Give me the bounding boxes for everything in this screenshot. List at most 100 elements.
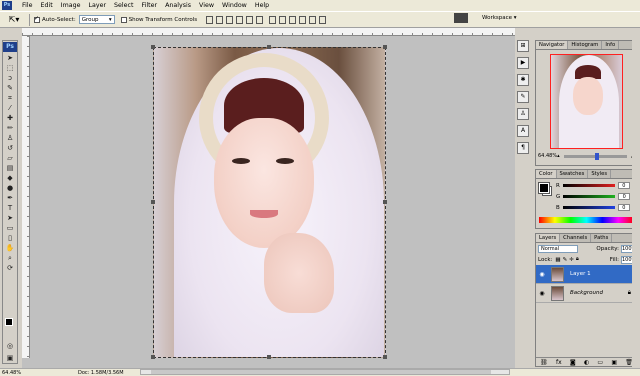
menu-edit[interactable]: Edit: [37, 0, 57, 11]
history-brush-tool-icon[interactable]: ↺: [3, 143, 17, 153]
align-vcenter-icon[interactable]: [216, 15, 224, 24]
menu-select[interactable]: Select: [110, 0, 137, 11]
new-layer-icon[interactable]: ▣: [611, 359, 617, 366]
visibility-eye-icon[interactable]: ◉: [536, 290, 548, 297]
visibility-eye-icon[interactable]: ◉: [536, 271, 548, 278]
eraser-tool-icon[interactable]: ▱: [3, 153, 17, 163]
transform-handle-tr[interactable]: [383, 45, 387, 49]
actions-panel-icon[interactable]: ▶: [517, 57, 529, 69]
color-spectrum[interactable]: [539, 217, 634, 223]
menu-file[interactable]: File: [18, 0, 37, 11]
folder-icon[interactable]: ▭: [597, 359, 603, 366]
vertical-ruler[interactable]: [22, 36, 30, 358]
align-top-icon[interactable]: [206, 15, 214, 24]
navigator-zoom-value[interactable]: 64.48%: [538, 153, 557, 159]
eyedropper-tool-icon[interactable]: ⁄: [3, 103, 17, 113]
clone-stamp-tool-icon[interactable]: ♙: [3, 133, 17, 143]
green-slider[interactable]: [563, 195, 616, 198]
transform-handle-bc[interactable]: [267, 355, 271, 359]
menu-filter[interactable]: Filter: [137, 0, 161, 11]
align-right-icon[interactable]: [256, 15, 264, 24]
tab-info[interactable]: Info: [602, 41, 620, 49]
image-canvas[interactable]: [153, 47, 386, 358]
tab-swatches[interactable]: Swatches: [557, 170, 589, 178]
distribute-bottom-icon[interactable]: [289, 15, 297, 24]
tab-histogram[interactable]: Histogram: [568, 41, 603, 49]
healing-brush-tool-icon[interactable]: ✚: [3, 113, 17, 123]
blue-slider[interactable]: [562, 206, 615, 209]
horizontal-scrollbar[interactable]: [140, 369, 510, 375]
rotate-view-icon[interactable]: ⟳: [3, 263, 17, 273]
marquee-tool-icon[interactable]: ⬚: [3, 63, 17, 73]
tab-navigator[interactable]: Navigator: [536, 41, 569, 49]
horizontal-ruler[interactable]: [22, 28, 515, 36]
transform-handle-ml[interactable]: [151, 200, 155, 204]
layer-name[interactable]: Background: [570, 290, 603, 296]
navigator-zoom-slider[interactable]: [563, 152, 628, 160]
menu-analysis[interactable]: Analysis: [161, 0, 195, 11]
path-selection-tool-icon[interactable]: ➤: [3, 213, 17, 223]
quick-select-tool-icon[interactable]: ✎: [3, 83, 17, 93]
quick-mask-icon[interactable]: ◎: [3, 341, 17, 351]
tab-color[interactable]: Color: [536, 170, 557, 178]
red-slider[interactable]: [562, 184, 615, 187]
fx-icon[interactable]: fx: [556, 359, 562, 366]
blue-value[interactable]: 0: [617, 204, 630, 211]
type-tool-icon[interactable]: T: [3, 203, 17, 213]
tab-styles[interactable]: Styles: [588, 170, 612, 178]
lock-all-icon[interactable]: 🔒︎: [576, 256, 579, 263]
screen-mode-icon[interactable]: ▣: [3, 353, 17, 363]
photoshop-app-icon[interactable]: Ps: [2, 1, 12, 10]
transform-handle-br[interactable]: [383, 355, 387, 359]
layer-row-background[interactable]: ◉ Background 🔒︎: [536, 284, 637, 303]
transform-handle-tl[interactable]: [151, 45, 155, 49]
gradient-tool-icon[interactable]: ▤: [3, 163, 17, 173]
character-panel-icon[interactable]: A: [517, 125, 529, 137]
move-tool-icon[interactable]: ➤: [3, 53, 17, 63]
lock-pixels-icon[interactable]: ✎: [563, 257, 568, 263]
auto-select-dropdown[interactable]: Group ▾: [78, 15, 115, 24]
align-bottom-icon[interactable]: [226, 15, 234, 24]
color-foreground-swatch[interactable]: [538, 182, 550, 194]
navigator-preview[interactable]: [550, 54, 623, 149]
menu-view[interactable]: View: [195, 0, 218, 11]
pen-tool-icon[interactable]: ✒: [3, 193, 17, 203]
menu-window[interactable]: Window: [218, 0, 251, 11]
align-left-icon[interactable]: [236, 15, 244, 24]
hand-tool-icon[interactable]: ✋: [3, 243, 17, 253]
tool-presets-icon[interactable]: ✎: [517, 91, 529, 103]
blend-mode-select[interactable]: Normal: [538, 244, 578, 253]
transform-handle-tc[interactable]: [267, 45, 271, 49]
foreground-color-swatch[interactable]: [5, 318, 13, 326]
lasso-tool-icon[interactable]: ↄ: [3, 73, 17, 83]
layer-row-layer-1[interactable]: ◉ Layer 1: [536, 265, 637, 284]
history-panel-icon[interactable]: ⊞: [517, 40, 529, 52]
auto-select-checkbox[interactable]: [34, 15, 40, 23]
crop-tool-icon[interactable]: ⌗: [3, 93, 17, 103]
distribute-left-icon[interactable]: [299, 15, 307, 24]
tab-layers[interactable]: Layers: [536, 234, 561, 242]
distribute-right-icon[interactable]: [319, 15, 327, 24]
tab-channels[interactable]: Channels: [560, 234, 592, 242]
distribute-top-icon[interactable]: [269, 15, 277, 24]
right-panel-scrollbar[interactable]: [632, 28, 640, 368]
workspace-button[interactable]: Workspace ▾: [482, 15, 517, 21]
layer-name[interactable]: Layer 1: [570, 271, 591, 277]
distribute-vcenter-icon[interactable]: [279, 15, 287, 24]
lock-position-icon[interactable]: ✛: [569, 257, 574, 263]
brushes-panel-icon[interactable]: ✱: [517, 74, 529, 86]
status-doc-info[interactable]: Doc: 1.58M/3.56M: [78, 370, 124, 376]
bridge-icon[interactable]: [454, 13, 468, 23]
blur-tool-icon[interactable]: ◆: [3, 173, 17, 183]
align-hcenter-icon[interactable]: [246, 15, 254, 24]
brush-tool-icon[interactable]: ✏: [3, 123, 17, 133]
menu-image[interactable]: Image: [57, 0, 85, 11]
zoom-slider-knob[interactable]: [595, 152, 600, 160]
zoom-out-icon[interactable]: ▴: [557, 153, 560, 159]
green-value[interactable]: 0: [618, 193, 631, 200]
transform-handle-mr[interactable]: [383, 200, 387, 204]
scrollbar-thumb[interactable]: [151, 370, 491, 374]
menu-help[interactable]: Help: [251, 0, 273, 11]
notes-tool-icon[interactable]: ▯: [3, 233, 17, 243]
menu-layer[interactable]: Layer: [84, 0, 110, 11]
